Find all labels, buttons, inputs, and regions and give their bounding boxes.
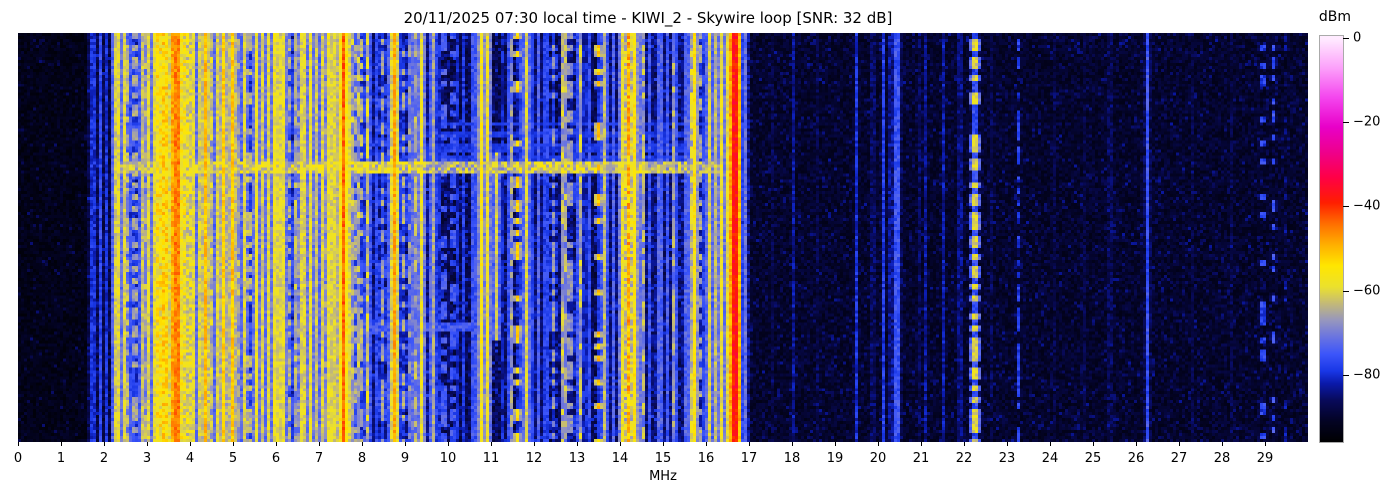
x-tick-mark: [577, 442, 578, 446]
x-tick-mark: [1136, 442, 1137, 446]
x-tick-mark: [1093, 442, 1094, 446]
spectrogram-figure: 20/11/2025 07:30 local time - KIWI_2 - S…: [0, 0, 1400, 500]
colorbar-unit-label: dBm: [1318, 9, 1352, 25]
x-tick-label: 22: [955, 451, 973, 466]
waterfall-plot: [18, 33, 1308, 442]
colorbar-tick-mark: [1343, 122, 1349, 124]
x-tick-label: 15: [654, 451, 672, 466]
x-tick-label: 26: [1127, 451, 1145, 466]
x-tick-mark: [276, 442, 277, 446]
x-tick-mark: [835, 442, 836, 446]
x-tick-mark: [534, 442, 535, 446]
x-tick-label: 25: [1084, 451, 1102, 466]
colorbar-tick-label: −60: [1353, 283, 1381, 299]
x-tick-label: 9: [400, 451, 410, 466]
x-tick-label: 10: [439, 451, 457, 466]
x-tick-label: 3: [142, 451, 152, 466]
x-tick-label: 14: [611, 451, 629, 466]
x-tick-mark: [792, 442, 793, 446]
x-tick-mark: [104, 442, 105, 446]
x-tick-label: 1: [56, 451, 66, 466]
x-tick-label: 28: [1213, 451, 1231, 466]
x-tick-mark: [1007, 442, 1008, 446]
x-tick-mark: [706, 442, 707, 446]
x-tick-mark: [1222, 442, 1223, 446]
x-tick-label: 4: [185, 451, 195, 466]
x-tick-mark: [964, 442, 965, 446]
x-tick-mark: [18, 442, 19, 446]
x-tick-label: 17: [740, 451, 758, 466]
colorbar-tick-label: 0: [1353, 30, 1362, 46]
colorbar-tick-mark: [1343, 206, 1349, 208]
x-tick-mark: [1179, 442, 1180, 446]
x-tick-mark: [448, 442, 449, 446]
x-tick-mark: [921, 442, 922, 446]
x-tick-label: 12: [525, 451, 543, 466]
x-tick-label: 13: [568, 451, 586, 466]
x-tick-mark: [147, 442, 148, 446]
x-tick-mark: [749, 442, 750, 446]
colorbar-tick-mark: [1343, 290, 1349, 292]
x-tick-label: 7: [314, 451, 324, 466]
x-tick-mark: [405, 442, 406, 446]
x-tick-label: 0: [13, 451, 23, 466]
x-tick-label: 23: [998, 451, 1016, 466]
x-tick-label: 16: [697, 451, 715, 466]
x-tick-mark: [878, 442, 879, 446]
x-tick-label: 19: [826, 451, 844, 466]
x-tick-mark: [663, 442, 664, 446]
colorbar-tick-label: −40: [1353, 198, 1381, 214]
chart-title: 20/11/2025 07:30 local time - KIWI_2 - S…: [403, 9, 893, 27]
colorbar-gradient: [1319, 35, 1344, 443]
x-tick-label: 21: [912, 451, 930, 466]
x-tick-mark: [1265, 442, 1266, 446]
x-tick-mark: [319, 442, 320, 446]
x-tick-mark: [61, 442, 62, 446]
x-tick-label: 29: [1256, 451, 1274, 466]
colorbar-tick-mark: [1343, 374, 1349, 376]
x-tick-label: 8: [357, 451, 367, 466]
x-tick-label: 20: [869, 451, 887, 466]
x-tick-mark: [620, 442, 621, 446]
x-tick-mark: [362, 442, 363, 446]
colorbar-tick-mark: [1343, 38, 1349, 40]
x-axis-unit-label: MHz: [649, 469, 677, 484]
x-tick-label: 11: [482, 451, 500, 466]
x-tick-mark: [491, 442, 492, 446]
x-tick-label: 2: [99, 451, 109, 466]
x-tick-mark: [1050, 442, 1051, 446]
x-tick-label: 24: [1041, 451, 1059, 466]
x-tick-mark: [233, 442, 234, 446]
x-tick-label: 27: [1170, 451, 1188, 466]
x-tick-mark: [190, 442, 191, 446]
colorbar-tick-label: −80: [1353, 367, 1381, 383]
x-tick-label: 6: [271, 451, 281, 466]
colorbar-tick-label: −20: [1353, 114, 1381, 130]
x-tick-label: 18: [783, 451, 801, 466]
x-tick-label: 5: [228, 451, 238, 466]
